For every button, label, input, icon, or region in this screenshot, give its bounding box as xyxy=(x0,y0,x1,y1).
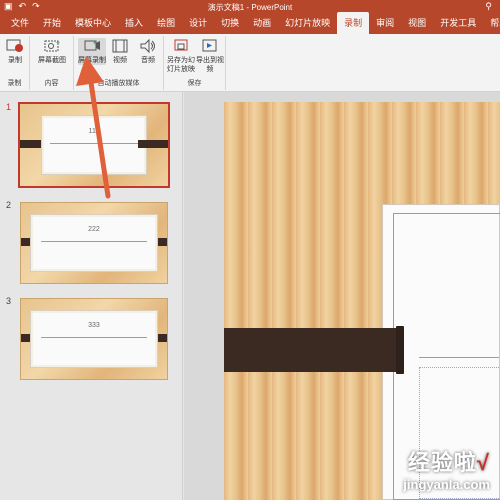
group-save-label: 保存 xyxy=(187,80,202,87)
record-label: 录制 xyxy=(8,57,22,64)
tab-view[interactable]: 视图 xyxy=(401,16,433,34)
video-button[interactable]: 视频 xyxy=(106,38,134,65)
slide-thumbnails-pane: 1 111 2 222 3 333 xyxy=(0,92,183,500)
export-video-icon xyxy=(202,39,217,52)
record-button[interactable]: 录制 xyxy=(1,38,29,65)
screen-record-icon: + xyxy=(84,40,100,51)
group-automedia-label: 自动播放媒体 xyxy=(97,80,140,87)
save-show-icon xyxy=(174,39,188,51)
slide-rule xyxy=(40,336,148,338)
window-title: 演示文稿1 - PowerPoint xyxy=(207,3,293,12)
slide-text: 111 xyxy=(88,127,100,135)
tab-draw[interactable]: 绘图 xyxy=(150,16,182,34)
group-content: + 屏幕截图 内容 xyxy=(30,36,74,90)
slide-band-left xyxy=(21,238,30,247)
save-as-show-button[interactable]: 另存为幻灯片放映 xyxy=(166,38,196,74)
slide-card: 333 xyxy=(29,310,159,368)
slide-thumbnail-3[interactable]: 333 xyxy=(20,298,168,380)
screen-record-label: 屏幕录制 xyxy=(78,57,106,64)
watermark-brand: 经验啦 xyxy=(407,450,477,475)
tab-animations[interactable]: 动画 xyxy=(246,16,278,34)
tab-design[interactable]: 设计 xyxy=(182,16,214,34)
tab-home[interactable]: 开始 xyxy=(36,16,68,34)
tab-file[interactable]: 文件 xyxy=(4,16,36,34)
audio-label: 音频 xyxy=(141,57,155,64)
tab-transitions[interactable]: 切换 xyxy=(214,16,246,34)
export-video-button[interactable]: 导出到视频 xyxy=(196,38,224,74)
slide-band-right xyxy=(158,334,167,343)
watermark: 经验啦√ jingyanla.com xyxy=(403,445,490,492)
speaker-icon xyxy=(140,38,155,54)
slide-rule xyxy=(50,142,138,144)
slide-thumbnail-2[interactable]: 222 xyxy=(20,202,168,284)
title-bar: ▣ ↶ ↷ 演示文稿1 - PowerPoint ⚲ xyxy=(0,0,500,14)
tab-developer[interactable]: 开发工具 xyxy=(433,16,483,34)
slide-band-right xyxy=(138,140,168,149)
slide-rule xyxy=(40,240,148,242)
film-icon xyxy=(112,39,128,53)
svg-text:+: + xyxy=(56,40,60,47)
slide-text: 333 xyxy=(88,322,100,330)
tab-insert[interactable]: 插入 xyxy=(118,16,150,34)
group-save: 另存为幻灯片放映 导出到视频 保存 xyxy=(164,36,226,90)
camera-icon: + xyxy=(44,40,60,52)
slide-number: 3 xyxy=(6,296,12,306)
slide-thumbnail-1[interactable]: 111 xyxy=(18,102,170,188)
ribbon: 录制 录制 + 屏幕截图 内容 + 屏幕录制 视频 音频 自动播放媒体 另存为幻… xyxy=(0,34,500,92)
tab-review[interactable]: 审阅 xyxy=(369,16,401,34)
tab-template-center[interactable]: 模板中心 xyxy=(68,16,118,34)
slide-band-left xyxy=(21,334,30,343)
dark-band-cap xyxy=(396,326,404,374)
dark-band xyxy=(224,328,402,372)
person-icon[interactable]: ⚲ xyxy=(485,1,492,12)
record-icon xyxy=(6,39,23,52)
group-record: 录制 录制 xyxy=(0,36,30,90)
slide-number: 2 xyxy=(6,200,12,210)
save-as-show-label: 另存为幻灯片放映 xyxy=(167,57,195,73)
tab-recording[interactable]: 录制 xyxy=(337,12,370,34)
group-content-label: 内容 xyxy=(44,80,59,87)
audio-button[interactable]: 音频 xyxy=(134,38,162,65)
group-automedia: + 屏幕录制 视频 音频 自动播放媒体 xyxy=(74,36,164,90)
svg-text:+: + xyxy=(93,41,97,47)
screen-record-button[interactable]: + 屏幕录制 xyxy=(78,38,106,65)
slide-editor[interactable] xyxy=(184,92,500,500)
screenshot-button[interactable]: + 屏幕截图 xyxy=(36,38,68,65)
card-rule xyxy=(419,357,499,358)
slide-number: 1 xyxy=(6,102,12,112)
check-icon: √ xyxy=(476,450,490,475)
slide-canvas[interactable] xyxy=(224,102,500,500)
screenshot-label: 屏幕截图 xyxy=(38,57,66,64)
ribbon-tabs: 文件 开始 模板中心 插入 绘图 设计 切换 动画 幻灯片放映 录制 审阅 视图… xyxy=(0,12,500,34)
video-label: 视频 xyxy=(113,57,127,64)
slide-band-right xyxy=(158,238,167,247)
watermark-url: jingyanla.com xyxy=(403,477,490,492)
slide-card: 111 xyxy=(40,115,148,175)
export-video-label: 导出到视频 xyxy=(196,57,224,73)
slide-text: 222 xyxy=(88,226,100,234)
tab-slideshow[interactable]: 幻灯片放映 xyxy=(278,16,337,34)
group-record-label: 录制 xyxy=(7,80,22,87)
tab-help[interactable]: 帮助 xyxy=(483,16,500,34)
slide-card: 222 xyxy=(29,214,159,272)
